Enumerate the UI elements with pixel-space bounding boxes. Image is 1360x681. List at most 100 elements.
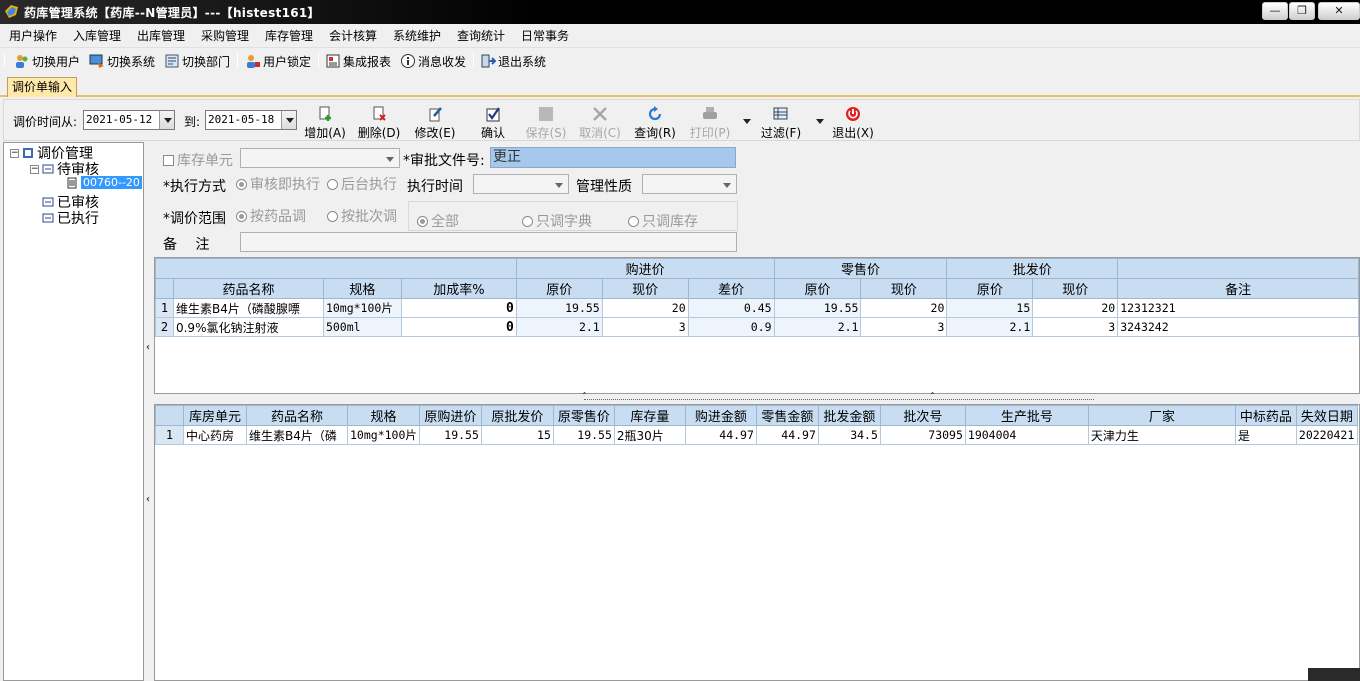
cell-qty[interactable]: 2瓶30片	[613, 425, 686, 445]
cell-wholesale-cur[interactable]: 3	[1032, 317, 1119, 337]
maximize-button[interactable]: ❐	[1289, 2, 1315, 20]
reports-button[interactable]: 集成报表	[325, 52, 391, 70]
menu-inventory[interactable]: 库存管理	[265, 27, 313, 44]
remark-input[interactable]	[240, 232, 737, 252]
table-row[interactable]: 2 0.9%氯化钠注射液 500ml 0 2.1 3 0.9 2.1 3 2.1…	[155, 317, 1359, 337]
range-all-radio[interactable]: 全部	[417, 211, 459, 231]
column-header-remark[interactable]: 备注	[1117, 278, 1359, 299]
tree-pending-item[interactable]: 00760--20	[66, 176, 142, 189]
cell-purchase-orig[interactable]: 19.55	[418, 425, 482, 445]
cell-remark[interactable]: 3243242	[1117, 317, 1359, 337]
scope-by-drug-radio[interactable]: 按药品调	[236, 206, 306, 226]
cell-retail-orig[interactable]: 19.55	[552, 425, 615, 445]
cell-expiry[interactable]: 20220421	[1295, 425, 1358, 445]
column-header-lot[interactable]: 生产批号	[964, 405, 1089, 426]
column-header-markup[interactable]: 加成率%	[400, 278, 517, 299]
column-header-name[interactable]: 药品名称	[172, 278, 324, 299]
column-header-wholesale-orig[interactable]: 原价	[946, 278, 1034, 299]
modify-button[interactable]: 修改(E)	[412, 104, 458, 140]
column-header-purchase-cur[interactable]: 现价	[601, 278, 689, 299]
column-header-retail-amount[interactable]: 零售金额	[755, 405, 819, 426]
cell-retail-cur[interactable]: 3	[860, 317, 948, 337]
column-header-wholesale-cur[interactable]: 现价	[1032, 278, 1119, 299]
tree-executed[interactable]: 已执行	[42, 208, 99, 228]
store-unit-select[interactable]	[240, 148, 400, 168]
delete-button[interactable]: 删除(D)	[356, 104, 402, 140]
messages-button[interactable]: 消息收发	[400, 52, 466, 70]
print-button[interactable]: 打印(P)	[687, 104, 733, 140]
exit-button[interactable]: 退出(X)	[830, 104, 876, 140]
column-header-retail-cur[interactable]: 现价	[860, 278, 948, 299]
cell-maker[interactable]: 天津力生	[1087, 425, 1236, 445]
column-header-name[interactable]: 药品名称	[246, 405, 348, 426]
close-button[interactable]: ✕	[1318, 2, 1360, 20]
tab-price-adjust-input[interactable]: 调价单输入	[7, 77, 77, 97]
column-header-spec[interactable]: 规格	[347, 405, 420, 426]
table-row[interactable]: 1 中心药房 维生素B4片（磷 10mg*100片 19.55 15 19.55…	[155, 425, 1358, 445]
cell-lot[interactable]: 1904004	[964, 425, 1089, 445]
column-header-wholesale-amount[interactable]: 批发金额	[817, 405, 881, 426]
cell-wholesale-amount[interactable]: 34.5	[817, 425, 881, 445]
cell-name[interactable]: 0.9%氯化钠注射液	[172, 317, 324, 337]
menu-accounting[interactable]: 会计核算	[329, 27, 377, 44]
query-button[interactable]: 查询(R)	[632, 104, 678, 140]
cell-store[interactable]: 中心药房	[183, 425, 247, 445]
horizontal-splitter[interactable]: ˆ ˆ	[154, 392, 1360, 404]
cell-retail-orig[interactable]: 2.1	[773, 317, 862, 337]
switch-user-button[interactable]: 切换用户	[14, 52, 80, 70]
cell-name[interactable]: 维生素B4片（磷	[246, 425, 348, 445]
chevron-down-icon[interactable]	[281, 111, 296, 129]
collapse-icon[interactable]: −	[30, 164, 39, 174]
column-header-retail-orig[interactable]: 原零售价	[552, 405, 615, 426]
column-header-purchase-amount[interactable]: 购进金额	[684, 405, 757, 426]
cell-markup[interactable]: 0	[400, 298, 517, 318]
cell-name[interactable]: 维生素B4片（磷酸腺嘌	[172, 298, 324, 318]
menu-user-ops[interactable]: 用户操作	[9, 27, 57, 44]
chevron-down-icon[interactable]	[159, 111, 174, 129]
cell-purchase-cur[interactable]: 20	[601, 298, 689, 318]
cell-spec[interactable]: 10mg*100片	[347, 425, 420, 445]
menu-outbound[interactable]: 出库管理	[137, 27, 185, 44]
chevron-left-icon[interactable]: ‹	[146, 342, 150, 353]
cell-purchase-amount[interactable]: 44.97	[684, 425, 757, 445]
menu-purchase[interactable]: 采购管理	[201, 27, 249, 44]
range-stock-radio[interactable]: 只调库存	[628, 211, 698, 231]
vertical-splitter[interactable]: ‹ ‹	[145, 142, 153, 681]
exec-mode-background-radio[interactable]: 后台执行	[327, 174, 397, 194]
cell-purchase-orig[interactable]: 19.55	[515, 298, 603, 318]
cell-spec[interactable]: 500ml	[322, 317, 402, 337]
chevron-up-icon[interactable]: ˆ	[930, 392, 935, 403]
cell-batch[interactable]: 73095	[879, 425, 966, 445]
collapse-icon[interactable]: −	[10, 148, 19, 158]
switch-dept-button[interactable]: 切换部门	[164, 52, 230, 70]
lock-user-button[interactable]: 用户锁定	[245, 52, 311, 70]
minimize-button[interactable]: —	[1262, 2, 1288, 20]
cell-retail-orig[interactable]: 19.55	[773, 298, 862, 318]
column-header-retail-orig[interactable]: 原价	[773, 278, 862, 299]
switch-system-button[interactable]: 切换系统	[89, 52, 155, 70]
mgmt-select[interactable]	[642, 174, 737, 194]
menu-inbound[interactable]: 入库管理	[73, 27, 121, 44]
column-header-purchase-orig[interactable]: 原购进价	[418, 405, 482, 426]
chevron-up-icon[interactable]: ˆ	[582, 392, 587, 403]
column-header-purchase-diff[interactable]: 差价	[687, 278, 775, 299]
cell-retail-cur[interactable]: 20	[860, 298, 948, 318]
table-row[interactable]: 1 维生素B4片（磷酸腺嘌 10mg*100片 0 19.55 20 0.45 …	[155, 298, 1359, 318]
cell-retail-amount[interactable]: 44.97	[755, 425, 819, 445]
approval-doc-input[interactable]: 更正	[490, 147, 736, 168]
column-header-spec[interactable]: 规格	[322, 278, 402, 299]
cell-spec[interactable]: 10mg*100片	[322, 298, 402, 318]
print-dropdown-arrow-icon[interactable]	[739, 112, 751, 124]
exec-mode-immediate-radio[interactable]: 审核即执行	[236, 174, 320, 194]
filter-button[interactable]: 过滤(F)	[758, 104, 804, 140]
column-header-bid[interactable]: 中标药品	[1234, 405, 1297, 426]
cell-purchase-orig[interactable]: 2.1	[515, 317, 603, 337]
cell-bid[interactable]: 是	[1234, 425, 1297, 445]
scope-by-batch-radio[interactable]: 按批次调	[327, 206, 397, 226]
cell-remark[interactable]: 12312321	[1117, 298, 1359, 318]
cancel-button[interactable]: 取消(C)	[577, 104, 623, 140]
cell-wholesale-orig[interactable]: 15	[946, 298, 1034, 318]
store-unit-checkbox[interactable]: 库存单元	[163, 150, 233, 170]
column-header-maker[interactable]: 厂家	[1087, 405, 1236, 426]
to-date-picker[interactable]: 2021-05-18	[205, 110, 297, 130]
